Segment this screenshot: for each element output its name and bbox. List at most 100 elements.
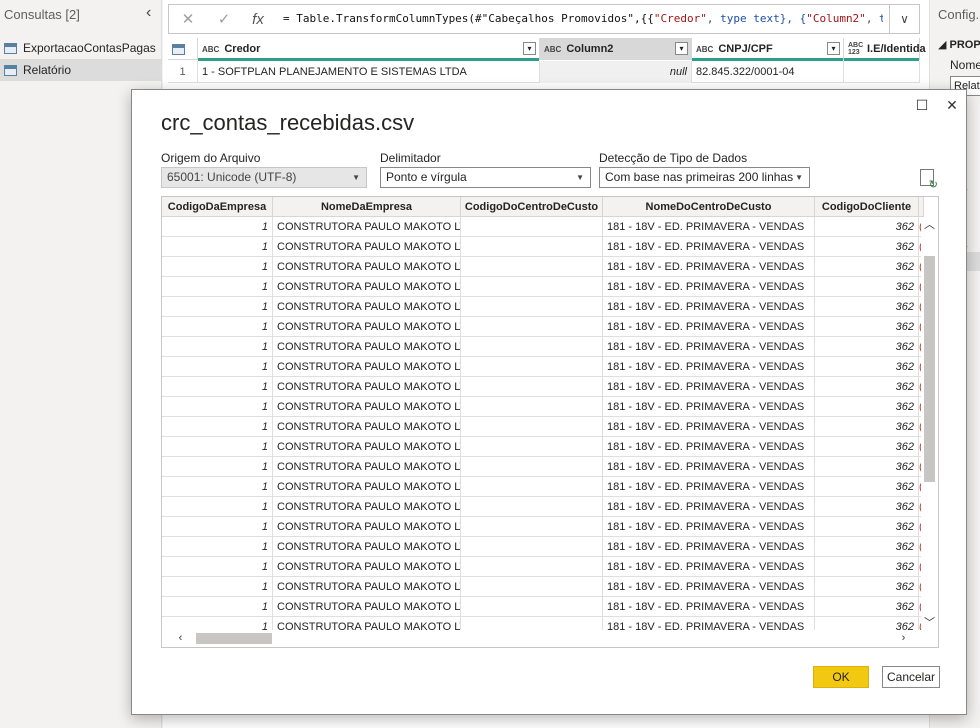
expand-formula-icon[interactable]: ∨	[889, 5, 919, 33]
table-cell: 362	[815, 297, 919, 317]
type-text-icon[interactable]: ABC	[202, 45, 219, 54]
column-header-credor[interactable]: ABC Credor ▾	[198, 38, 540, 61]
column-header-cnpj[interactable]: ABC CNPJ/CPF ▾	[692, 38, 844, 61]
close-icon[interactable]: ✕	[942, 95, 962, 115]
table-cell: 362	[815, 597, 919, 617]
table-cell: 362	[815, 257, 919, 277]
table-cell: CONSTRUTORA PAULO MAKOTO LTDA	[273, 357, 461, 377]
delimiter-select[interactable]: Ponto e vírgula ▼	[380, 167, 591, 188]
table-cell: 181 - 18V - ED. PRIMAVERA - VENDAS	[603, 217, 815, 237]
table-cell: 181 - 18V - ED. PRIMAVERA - VENDAS	[603, 477, 815, 497]
table-row: 1CONSTRUTORA PAULO MAKOTO LTDA 181 - 18V …	[162, 237, 924, 257]
detection-value: Com base nas primeiras 200 linhas	[605, 170, 794, 184]
table-cell: 181 - 18V - ED. PRIMAVERA - VENDAS	[603, 497, 815, 517]
table-cell: 1	[162, 597, 273, 617]
table-cell: 181 - 18V - ED. PRIMAVERA - VENDAS	[603, 557, 815, 577]
table-cell[interactable]: null	[540, 61, 692, 83]
table-cell	[461, 577, 603, 597]
table-cell	[461, 437, 603, 457]
table-row: 1CONSTRUTORA PAULO MAKOTO LTDA 181 - 18V …	[162, 557, 924, 577]
name-label: Nome	[950, 58, 980, 72]
refresh-icon[interactable]	[920, 169, 938, 191]
scroll-thumb[interactable]	[924, 256, 935, 482]
table-cell: 181 - 18V - ED. PRIMAVERA - VENDAS	[603, 437, 815, 457]
table-cell: 181 - 18V - ED. PRIMAVERA - VENDAS	[603, 277, 815, 297]
filter-dropdown-icon[interactable]: ▾	[675, 42, 688, 55]
table-cell: 362	[815, 357, 919, 377]
type-text-icon[interactable]: ABC	[544, 45, 561, 54]
table-cell: CONSTRUTORA PAULO MAKOTO LTDA	[273, 397, 461, 417]
properties-section[interactable]: ◢ PROPR	[938, 38, 980, 51]
data-preview-table: CodigoDaEmpresa NomeDaEmpresa CodigoDoCe…	[161, 196, 939, 648]
chevron-down-icon: ▼	[795, 173, 803, 182]
table-cell: 181 - 18V - ED. PRIMAVERA - VENDAS	[603, 397, 815, 417]
table-cell: CONSTRUTORA PAULO MAKOTO LTDA	[273, 277, 461, 297]
table-cell: 181 - 18V - ED. PRIMAVERA - VENDAS	[603, 257, 815, 277]
table-cell: 1	[162, 377, 273, 397]
scroll-up-icon[interactable]: ︿	[921, 217, 938, 234]
column-name: I.E/Identida	[867, 43, 926, 55]
table-cell: 1	[162, 477, 273, 497]
scroll-left-icon[interactable]: ‹	[172, 630, 189, 647]
table-cell	[461, 457, 603, 477]
fx-icon[interactable]: fx	[247, 9, 269, 31]
table-cell: 362	[815, 437, 919, 457]
table-cell: CONSTRUTORA PAULO MAKOTO LTDA	[273, 297, 461, 317]
filter-dropdown-icon[interactable]: ▾	[523, 42, 536, 55]
table-cell: 1	[162, 517, 273, 537]
table-row: 1CONSTRUTORA PAULO MAKOTO LTDA 181 - 18V …	[162, 377, 924, 397]
select-all-cell[interactable]	[168, 38, 198, 60]
table-cell: 1	[162, 497, 273, 517]
table-cell	[461, 377, 603, 397]
scroll-right-icon[interactable]: ›	[895, 630, 912, 647]
column-header-ie[interactable]: ABC 123 I.E/Identida	[844, 38, 926, 61]
maximize-icon[interactable]: ☐	[912, 95, 932, 115]
origin-label: Origem do Arquivo	[161, 151, 261, 165]
cancel-button[interactable]: Cancelar	[882, 666, 940, 688]
column-name: Credor	[224, 43, 261, 55]
vertical-scrollbar[interactable]: ︿ ﹀	[921, 217, 938, 632]
query-item-relatorio[interactable]: Relatório	[0, 59, 162, 81]
table-cell	[461, 297, 603, 317]
type-any-icon[interactable]: ABC 123	[848, 42, 863, 56]
table-row: 1CONSTRUTORA PAULO MAKOTO LTDA 181 - 18V …	[162, 457, 924, 477]
ok-button[interactable]: OK	[813, 666, 869, 688]
table-cell: CONSTRUTORA PAULO MAKOTO LTDA	[273, 437, 461, 457]
formula-input[interactable]: = Table.TransformColumnTypes(#"Cabeçalho…	[283, 12, 883, 25]
column-header-column2[interactable]: ABC Column2 ▾	[540, 38, 692, 60]
filter-dropdown-icon[interactable]: ▾	[827, 42, 840, 55]
cancel-formula-icon[interactable]: ✕	[177, 9, 199, 31]
type-text-icon[interactable]: ABC	[696, 45, 713, 54]
table-cell: 181 - 18V - ED. PRIMAVERA - VENDAS	[603, 417, 815, 437]
table-cell	[461, 237, 603, 257]
table-cell[interactable]	[844, 61, 920, 83]
table-cell: 1	[162, 537, 273, 557]
table-cell: 362	[815, 497, 919, 517]
table-cell	[461, 537, 603, 557]
table-icon	[4, 64, 17, 76]
table-cell: CONSTRUTORA PAULO MAKOTO LTDA	[273, 457, 461, 477]
table-cell: 362	[815, 457, 919, 477]
table-cell: 362	[815, 397, 919, 417]
table-row: 1CONSTRUTORA PAULO MAKOTO LTDA 181 - 18V …	[162, 397, 924, 417]
horizontal-scrollbar[interactable]: ‹ ›	[162, 630, 938, 647]
table-cell: 362	[815, 477, 919, 497]
detection-select[interactable]: Com base nas primeiras 200 linhas ▼	[599, 167, 810, 188]
commit-formula-icon[interactable]: ✓	[213, 9, 235, 31]
query-item-exportacao[interactable]: ExportacaoContasPagas	[0, 37, 162, 59]
table-cell[interactable]: 1 - SOFTPLAN PLANEJAMENTO E SISTEMAS LTD…	[198, 61, 540, 83]
table-cell: 1	[162, 257, 273, 277]
scroll-thumb[interactable]	[196, 633, 272, 644]
table-cell: 362	[815, 317, 919, 337]
collapse-pane-icon[interactable]: ‹	[146, 4, 151, 22]
table-cell: CONSTRUTORA PAULO MAKOTO LTDA	[273, 317, 461, 337]
table-cell: 1	[162, 457, 273, 477]
table-cell: 362	[815, 537, 919, 557]
table-cell	[461, 477, 603, 497]
preview-column-header: CodigoDaEmpresa	[162, 197, 273, 217]
table-cell[interactable]: 82.845.322/0001-04	[692, 61, 844, 83]
origin-select[interactable]: 65001: Unicode (UTF-8) ▼	[161, 167, 367, 188]
formula-part: = Table.TransformColumnTypes(#"Cabeçalho…	[283, 12, 654, 25]
table-cell: CONSTRUTORA PAULO MAKOTO LTDA	[273, 337, 461, 357]
table-cell: 362	[815, 237, 919, 257]
